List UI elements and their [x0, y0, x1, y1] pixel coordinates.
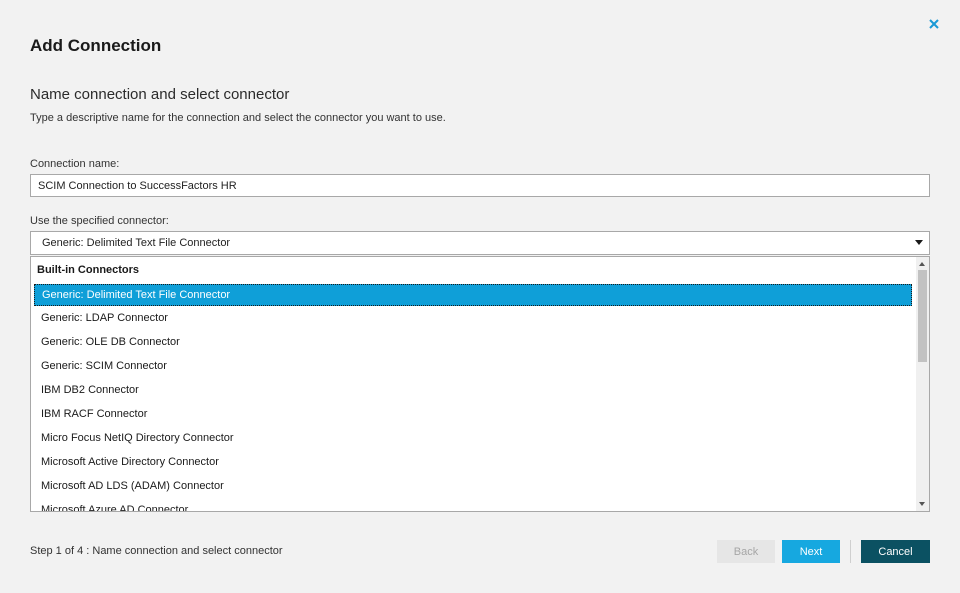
- button-divider: [850, 540, 851, 563]
- connector-option[interactable]: IBM DB2 Connector: [34, 380, 912, 402]
- connector-label: Use the specified connector:: [30, 215, 169, 227]
- scroll-thumb[interactable]: [918, 270, 927, 362]
- connector-option[interactable]: Micro Focus NetIQ Directory Connector: [34, 428, 912, 450]
- next-button[interactable]: Next: [782, 540, 840, 563]
- connection-name-label: Connection name:: [30, 158, 120, 170]
- connector-select[interactable]: Generic: Delimited Text File Connector: [30, 231, 930, 255]
- connector-option[interactable]: IBM RACF Connector: [34, 404, 912, 426]
- scroll-up-icon[interactable]: [919, 262, 925, 266]
- connector-option[interactable]: Microsoft Azure AD Connector: [34, 500, 912, 511]
- connector-dropdown-list[interactable]: Built-in Connectors Generic: Delimited T…: [30, 256, 930, 512]
- dialog-title: Add Connection: [30, 36, 162, 55]
- connector-option[interactable]: Generic: Delimited Text File Connector: [34, 284, 912, 306]
- step-indicator: Step 1 of 4 : Name connection and select…: [30, 545, 283, 557]
- dropdown-arrow-icon: [915, 240, 923, 245]
- close-icon[interactable]: [924, 14, 944, 34]
- scroll-down-icon[interactable]: [919, 502, 925, 506]
- connection-name-input[interactable]: [30, 174, 930, 197]
- section-heading: Name connection and select connector: [30, 86, 290, 103]
- connector-selected-value: Generic: Delimited Text File Connector: [42, 237, 231, 249]
- cancel-button[interactable]: Cancel: [861, 540, 930, 563]
- dropdown-scrollbar[interactable]: [916, 257, 929, 511]
- connector-option[interactable]: Microsoft AD LDS (ADAM) Connector: [34, 476, 912, 498]
- connector-option[interactable]: Microsoft Active Directory Connector: [34, 452, 912, 474]
- back-button[interactable]: Back: [717, 540, 775, 563]
- connector-option[interactable]: Generic: SCIM Connector: [34, 356, 912, 378]
- group-header-built-in: Built-in Connectors: [37, 264, 140, 276]
- connector-option[interactable]: Generic: LDAP Connector: [34, 308, 912, 330]
- connector-option[interactable]: Generic: OLE DB Connector: [34, 332, 912, 354]
- section-description: Type a descriptive name for the connecti…: [30, 112, 446, 124]
